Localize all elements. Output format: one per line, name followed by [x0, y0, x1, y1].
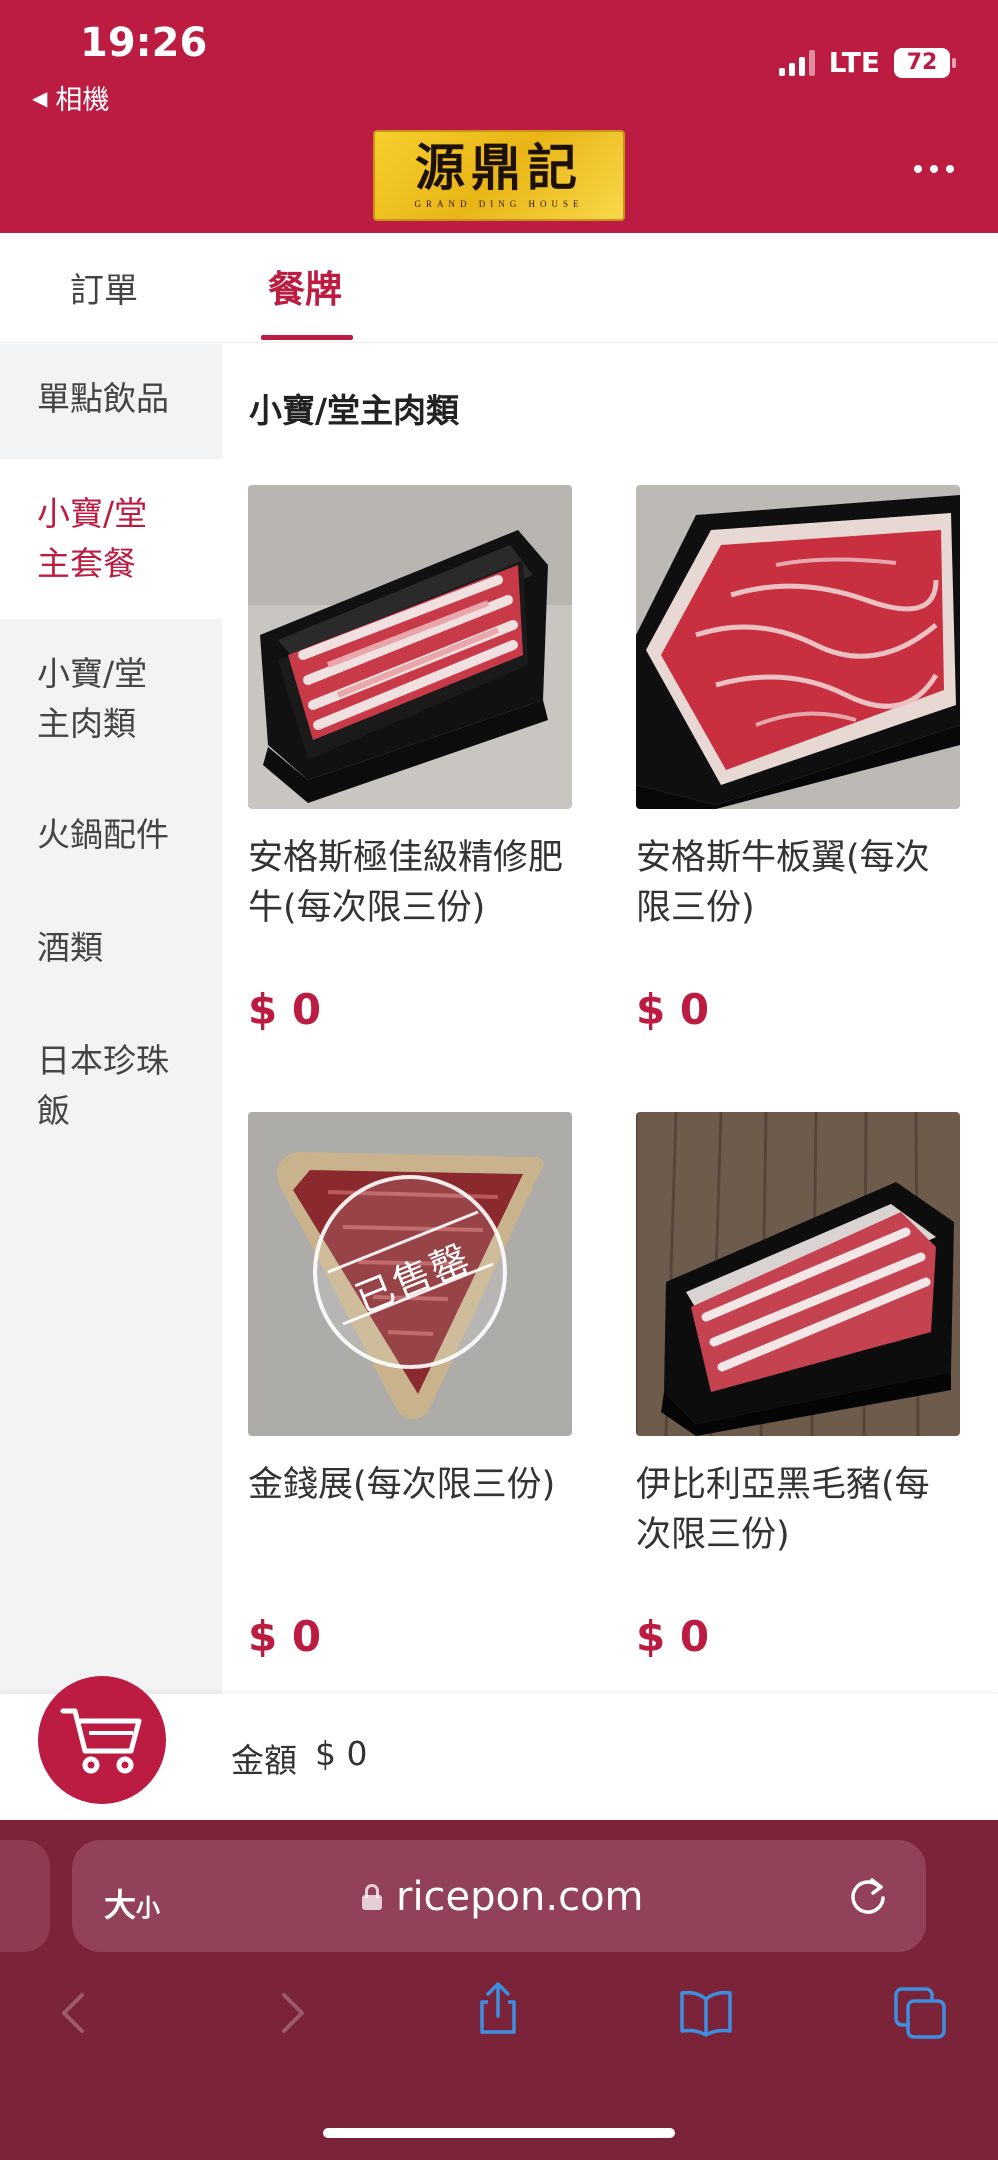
url-display[interactable]: ricepon.com [362, 1874, 644, 1920]
product-name: 安格斯極佳級精修肥牛(每次限三份) [248, 838, 564, 928]
category-sidebar: 單點飲品 小寶/堂主套餐 小寶/堂主肉類 火鍋配件 酒類 日本珍珠飯 [0, 344, 222, 1694]
sidebar-item-drinks[interactable]: 單點飲品 [0, 344, 222, 459]
sidebar-item-label: 日本珍珠飯 [37, 1041, 169, 1130]
product-price: $ 0 [636, 985, 710, 1034]
forward-arrow-icon[interactable] [264, 1985, 320, 2041]
brand-logo: 源鼎記 GRAND DING HOUSE [373, 130, 625, 221]
product-price: $ 0 [248, 1612, 322, 1661]
menu-content: 小寶/堂主肉類 安格斯極佳級精修肥牛(每次限三份) $ 0 安格斯牛板翼(每次限… [222, 344, 998, 1694]
product-name: 安格斯牛板翼(每次限三份) [636, 838, 930, 928]
bookmarks-icon[interactable] [678, 1985, 734, 2041]
sidebar-item-meat[interactable]: 小寶/堂主肉類 [0, 619, 222, 769]
sidebar-item-alcohol[interactable]: 酒類 [0, 923, 222, 1013]
product-photo: 已售罄 [248, 1112, 572, 1436]
text-size-small: 小 [136, 1894, 161, 1922]
product-card[interactable]: 安格斯極佳級精修肥牛(每次限三份) $ 0 [248, 485, 572, 1034]
product-price: $ 0 [636, 1612, 710, 1661]
active-tab-indicator [261, 335, 353, 340]
tabs-icon[interactable] [892, 1985, 948, 2041]
sidebar-item-label: 火鍋配件 [37, 815, 169, 854]
tab-bar: 訂單 餐牌 [0, 233, 998, 343]
product-photo [636, 1112, 960, 1436]
logo-english-text: GRAND DING HOUSE [414, 198, 584, 209]
logo-chinese-text: 源鼎記 [415, 137, 583, 197]
battery-icon: 72 [894, 47, 956, 78]
product-price: $ 0 [248, 985, 322, 1034]
tab-orders[interactable]: 訂單 [70, 263, 138, 312]
section-title: 小寶/堂主肉類 [249, 391, 460, 430]
back-app-label: 相機 [55, 85, 110, 116]
battery-level: 72 [906, 50, 938, 75]
network-type: LTE [828, 46, 880, 79]
status-indicators: LTE 72 [778, 46, 956, 79]
lock-icon [362, 1884, 382, 1910]
product-name: 伊比利亞黑毛豬(每次限三份) [636, 1465, 930, 1555]
product-name: 金錢展(每次限三份) [248, 1465, 556, 1505]
previous-tab-preview[interactable] [0, 1840, 50, 1952]
cart-total: 金額 $ 0 [231, 1734, 367, 1782]
sidebar-item-rice[interactable]: 日本珍珠飯 [0, 1036, 222, 1156]
signal-strength-icon [778, 49, 815, 76]
sidebar-item-hotpot-sides[interactable]: 火鍋配件 [0, 810, 222, 900]
sidebar-item-set-meal[interactable]: 小寶/堂主套餐 [0, 459, 222, 619]
reload-icon[interactable] [846, 1874, 890, 1918]
cart-total-value: $ 0 [315, 1734, 368, 1773]
cart-button[interactable] [38, 1676, 166, 1804]
sidebar-item-label: 單點飲品 [37, 379, 169, 418]
product-card[interactable]: 伊比利亞黑毛豬(每次限三份) $ 0 [636, 1112, 960, 1661]
more-options-icon[interactable] [914, 165, 954, 173]
app-header: 19:26 ◀ 相機 LTE 72 源鼎記 GRAND DING HOUSE [0, 0, 998, 233]
share-icon[interactable] [470, 1980, 526, 2036]
back-to-app-link[interactable]: ◀ 相機 [32, 78, 109, 117]
text-size-button[interactable]: 大小 [104, 1880, 160, 1926]
cart-total-label: 金額 [231, 1741, 297, 1780]
product-card[interactable]: 已售罄 金錢展(每次限三份) $ 0 [248, 1112, 572, 1661]
product-card[interactable]: 安格斯牛板翼(每次限三份) $ 0 [636, 485, 960, 1034]
text-size-large: 大 [104, 1886, 137, 1924]
product-photo [248, 485, 572, 809]
sidebar-item-label: 小寶/堂主肉類 [37, 654, 148, 743]
sidebar-item-label: 酒類 [37, 928, 103, 967]
back-triangle-icon: ◀ [32, 85, 48, 110]
sidebar-item-label: 小寶/堂主套餐 [37, 494, 148, 583]
status-time: 19:26 [80, 20, 208, 66]
back-arrow-icon[interactable] [46, 1985, 102, 2041]
product-photo [636, 485, 960, 809]
home-indicator [323, 2128, 675, 2138]
shopping-cart-icon [60, 1708, 142, 1774]
url-text: ricepon.com [396, 1874, 644, 1920]
tab-menu[interactable]: 餐牌 [268, 259, 342, 313]
